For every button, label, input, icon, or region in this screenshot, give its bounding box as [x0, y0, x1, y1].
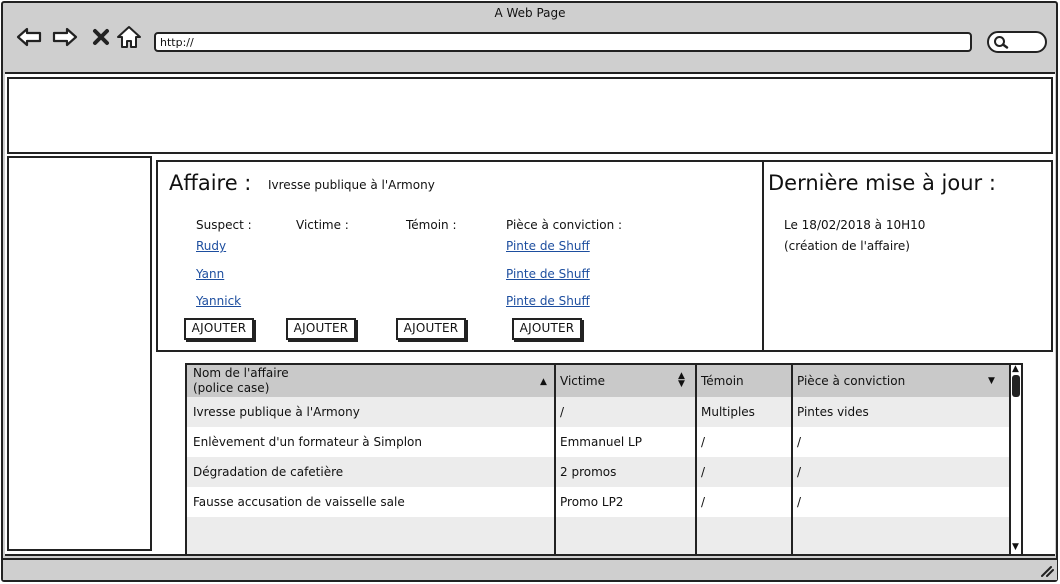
- table-cell: Pintes vides: [797, 405, 869, 419]
- add-victime-button[interactable]: AJOUTER: [286, 318, 356, 340]
- table-cell: /: [701, 495, 706, 509]
- table-cell: Ivresse publique à l'Armony: [193, 405, 360, 419]
- add-suspect-button[interactable]: AJOUTER: [184, 318, 254, 340]
- piece-header: Pièce à conviction :: [506, 218, 623, 232]
- last-update-date: Le 18/02/2018 à 10H10: [784, 218, 926, 232]
- piece-link[interactable]: Pinte de Shuff: [506, 294, 590, 308]
- search-field[interactable]: [987, 31, 1047, 53]
- vertical-scrollbar[interactable]: ▲ ▼: [1009, 365, 1021, 554]
- table-row[interactable]: Ivresse publique à l'Armony / Multiples …: [187, 397, 1009, 427]
- table-cell: Dégradation de cafetière: [193, 465, 344, 479]
- affaire-name: Ivresse publique à l'Armony: [268, 178, 435, 192]
- scroll-up-icon[interactable]: ▲: [1012, 365, 1019, 374]
- table-header: Nom de l'affaire (police case) ▲ Victime…: [187, 365, 1009, 397]
- affaire-label: Affaire :: [169, 171, 252, 195]
- home-icon[interactable]: [116, 24, 142, 50]
- table-cell: Enlèvement d'un formateur à Simplon: [193, 435, 423, 449]
- victime-header: Victime :: [296, 218, 349, 232]
- temoin-header: Témoin :: [406, 218, 457, 232]
- table-cell: 2 promos: [560, 465, 617, 479]
- table-cell: /: [701, 465, 706, 479]
- table-cell: Promo LP2: [560, 495, 624, 509]
- table-row[interactable]: Fausse accusation de vaisselle sale Prom…: [187, 487, 1009, 517]
- scroll-down-icon[interactable]: ▼: [1012, 542, 1019, 552]
- sort-both-icon[interactable]: ▲ ▼: [678, 372, 685, 389]
- column-header-victime[interactable]: Victime: [556, 365, 696, 397]
- table-row[interactable]: Enlèvement d'un formateur à Simplon Emma…: [187, 427, 1009, 457]
- table-cell: Emmanuel LP: [560, 435, 642, 449]
- suspect-link[interactable]: Yann: [196, 267, 224, 281]
- window-title: A Web Page: [494, 6, 566, 20]
- suspect-link[interactable]: Rudy: [196, 239, 226, 253]
- column-header-temoin[interactable]: Témoin: [697, 365, 792, 397]
- search-icon: [994, 36, 1009, 49]
- page-header: [7, 77, 1053, 154]
- table-cell: /: [797, 495, 802, 509]
- table-cell: /: [797, 465, 802, 479]
- table-row[interactable]: Dégradation de cafetière 2 promos / /: [187, 457, 1009, 487]
- url-input[interactable]: http://: [154, 32, 972, 52]
- column-header-nom-line1: Nom de l'affaire: [193, 366, 289, 380]
- forward-arrow-icon[interactable]: [52, 24, 78, 50]
- last-update-note: (création de l'affaire): [784, 239, 910, 253]
- column-divider: [554, 365, 556, 554]
- column-header-nom-line2: (police case): [193, 381, 270, 395]
- last-update-title: Dernière mise à jour :: [768, 171, 996, 195]
- table-cell: Fausse accusation de vaisselle sale: [193, 495, 405, 509]
- affaires-table: Nom de l'affaire (police case) ▲ Victime…: [185, 363, 1023, 556]
- table-row-empty: [187, 517, 1009, 554]
- back-arrow-icon[interactable]: [16, 24, 42, 50]
- scrollbar-thumb[interactable]: [1012, 375, 1020, 397]
- dropdown-arrow-icon[interactable]: ▼: [988, 376, 995, 386]
- sidebar: [7, 156, 152, 551]
- sort-ascending-icon[interactable]: ▲: [540, 377, 547, 387]
- column-divider: [791, 365, 793, 554]
- piece-link[interactable]: Pinte de Shuff: [506, 267, 590, 281]
- column-header-nom[interactable]: Nom de l'affaire (police case): [189, 365, 554, 397]
- column-header-piece[interactable]: Pièce à conviction: [793, 365, 993, 397]
- add-piece-button[interactable]: AJOUTER: [512, 318, 582, 340]
- suspect-link[interactable]: Yannick: [196, 294, 241, 308]
- table-cell: /: [701, 435, 706, 449]
- table-cell: /: [560, 405, 565, 419]
- resize-grip-icon[interactable]: [1038, 562, 1054, 581]
- column-divider: [695, 365, 697, 554]
- piece-link[interactable]: Pinte de Shuff: [506, 239, 590, 253]
- table-cell: Multiples: [701, 405, 755, 419]
- add-temoin-button[interactable]: AJOUTER: [396, 318, 466, 340]
- table-cell: /: [797, 435, 802, 449]
- status-bar: [3, 558, 1057, 580]
- suspect-header: Suspect :: [196, 218, 252, 232]
- close-icon[interactable]: [88, 24, 114, 50]
